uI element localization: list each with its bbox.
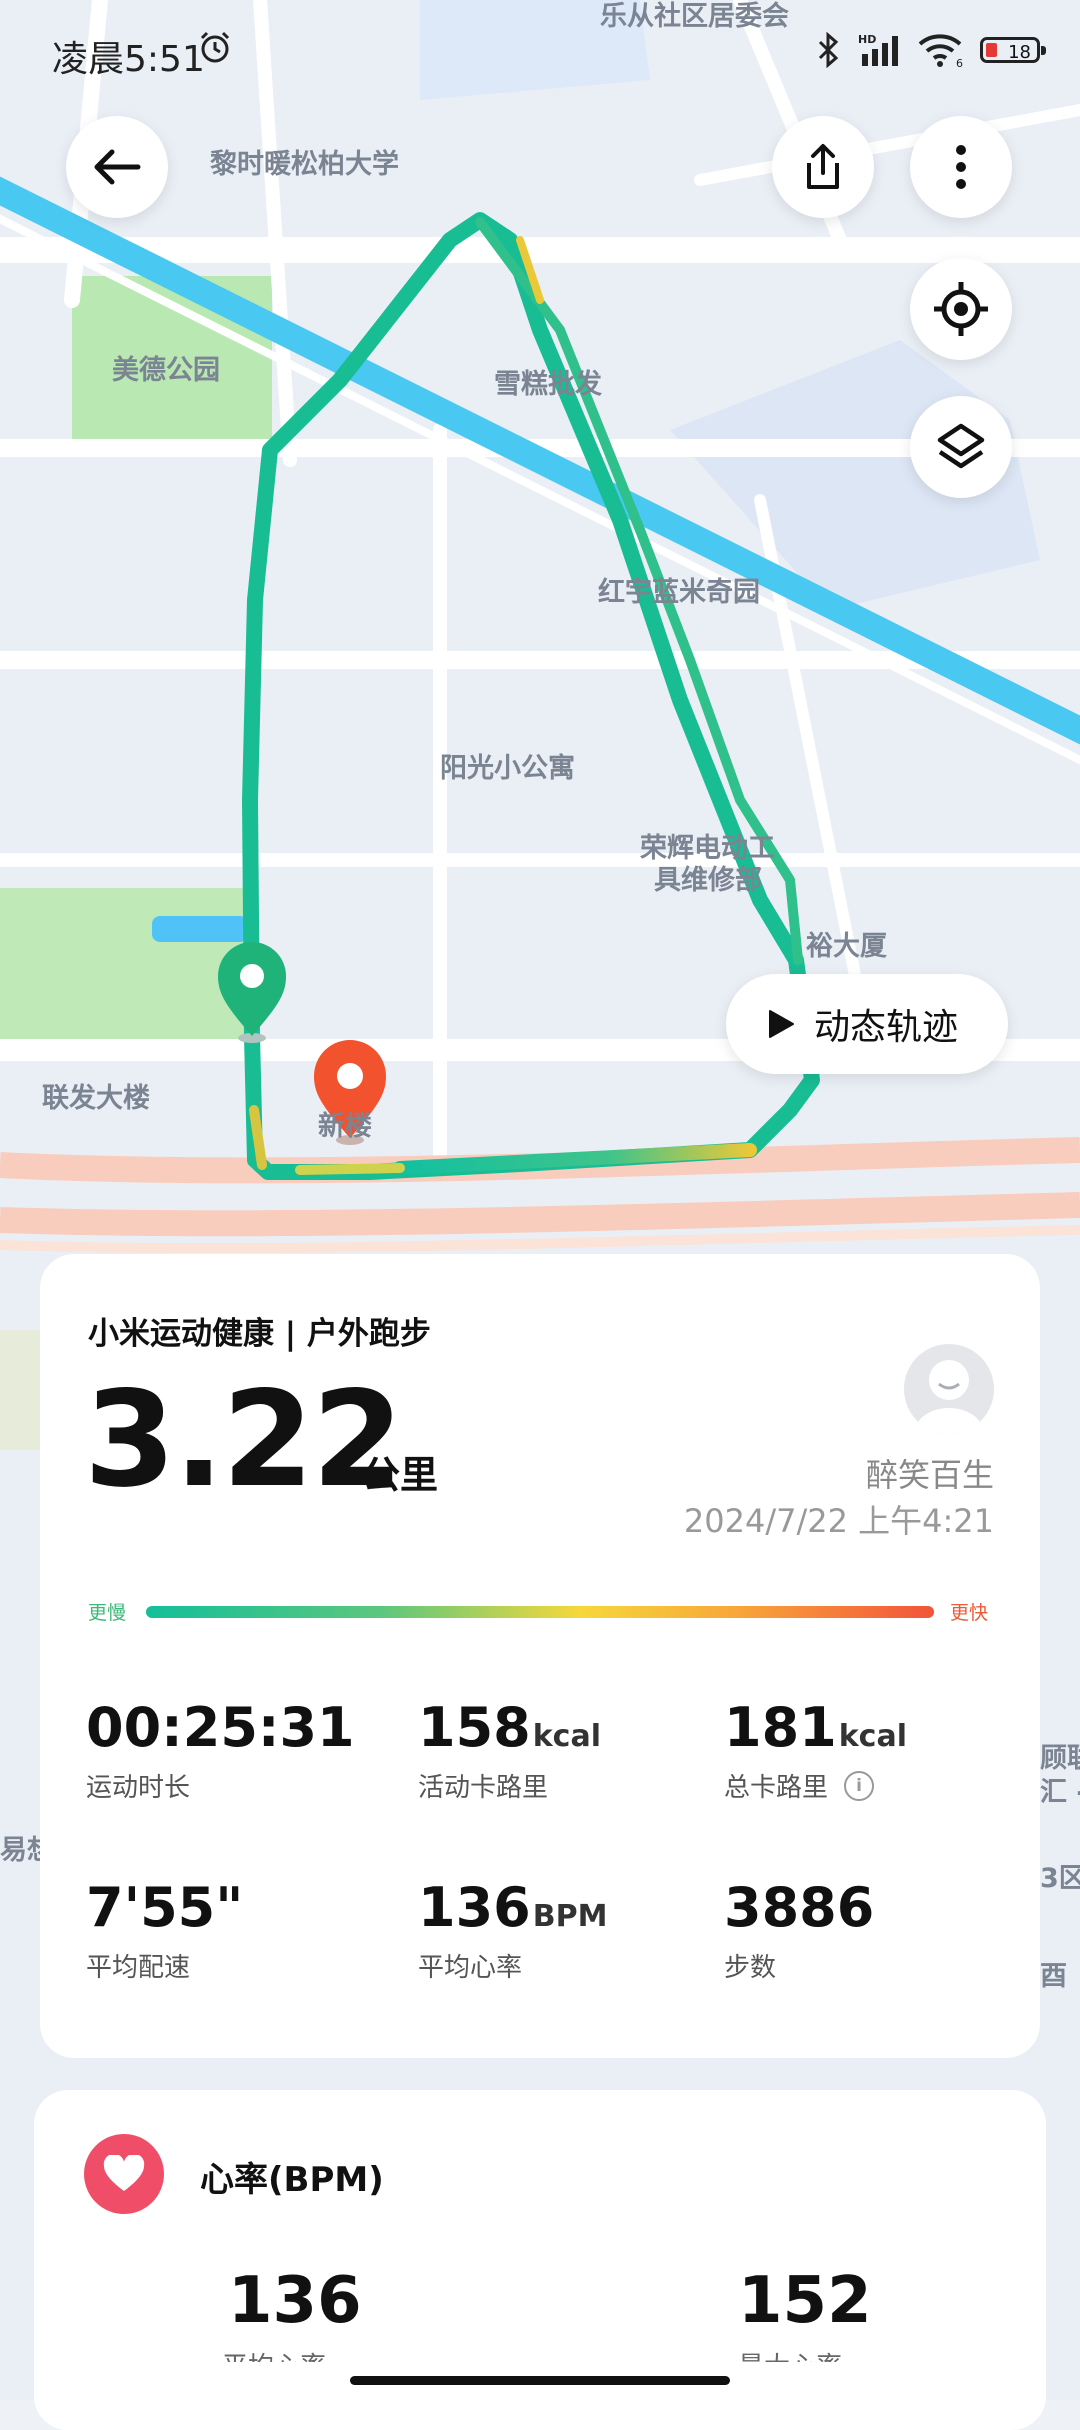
more-vertical-icon xyxy=(956,145,966,189)
map-label: 阳光小公寓 xyxy=(440,753,575,784)
steps-value: 3886 xyxy=(724,1876,875,1939)
active-calories-label: 活动卡路里 xyxy=(418,1773,549,1803)
wifi-icon: 6 xyxy=(918,34,963,68)
avatar-icon xyxy=(915,1360,983,1434)
battery-level: 18 xyxy=(1008,42,1031,63)
steps-label: 步数 xyxy=(724,1953,777,1983)
stat-pace: 7'55" 平均配速 xyxy=(86,1876,243,1984)
map-label: 乐从社区居委会 xyxy=(600,1,789,32)
distance-unit: 公里 xyxy=(362,1453,439,1497)
replay-label: 动态轨迹 xyxy=(814,1007,959,1048)
map-label: 3区 xyxy=(1040,1863,1080,1894)
speed-slow-label: 更慢 xyxy=(88,1602,127,1624)
stat-active-calories: 158kcal 活动卡路里 xyxy=(418,1696,601,1804)
total-calories-value: 181 xyxy=(724,1696,837,1759)
max-heart-rate-value: 152 xyxy=(738,2264,872,2338)
active-calories-unit: kcal xyxy=(532,1719,601,1754)
alarm-icon xyxy=(200,31,230,63)
avg-hr-value: 136 xyxy=(418,1876,531,1939)
map-label: 裕大厦 xyxy=(806,931,887,962)
bluetooth-icon xyxy=(818,32,839,68)
total-calories-unit: kcal xyxy=(838,1719,907,1754)
more-button[interactable] xyxy=(910,116,1012,218)
replay-track-button[interactable]: 动态轨迹 xyxy=(726,974,1008,1074)
speed-fast-label: 更快 xyxy=(950,1602,989,1624)
hd-label: HD xyxy=(858,33,876,46)
avg-heart-rate-value: 136 xyxy=(228,2264,362,2338)
signal-icon: HD xyxy=(858,33,898,66)
total-calories-label: 总卡路里 xyxy=(724,1773,829,1803)
locate-icon xyxy=(934,282,988,336)
pace-label: 平均配速 xyxy=(86,1953,191,1983)
pond xyxy=(152,916,248,942)
stat-total-calories: 181kcal 总卡路里 i xyxy=(724,1696,907,1804)
workout-source: 小米运动健康 | 户外跑步 xyxy=(88,1316,431,1352)
map-layers-button[interactable] xyxy=(910,396,1012,498)
back-button[interactable] xyxy=(66,116,168,218)
speed-legend-bar xyxy=(146,1606,934,1618)
stat-duration: 00:25:31 运动时长 xyxy=(86,1696,355,1804)
heart-icon-badge xyxy=(84,2134,164,2214)
map-label: 酉 xyxy=(1040,1961,1067,1992)
map-label: 具维修部 xyxy=(654,865,762,896)
stat-steps: 3886 步数 xyxy=(724,1876,874,1984)
pace-value: 7'55" xyxy=(86,1876,244,1939)
status-time: 凌晨5:51 xyxy=(52,39,205,80)
share-button[interactable] xyxy=(772,116,874,218)
status-icons: HD 6 18 xyxy=(814,30,1046,70)
map-label: 联发大楼 xyxy=(42,1083,150,1114)
wifi-num: 6 xyxy=(956,57,963,68)
back-arrow-icon xyxy=(94,149,141,185)
map-label: 黎时暖松柏大学 xyxy=(210,149,399,180)
play-icon xyxy=(769,1010,794,1038)
home-indicator[interactable] xyxy=(350,2376,730,2385)
stat-avg-heart-rate: 136BPM 平均心率 xyxy=(418,1876,607,1984)
share-icon xyxy=(807,144,839,189)
avg-hr-unit: BPM xyxy=(532,1899,608,1934)
map-label: 雪糕批发 xyxy=(494,369,602,400)
heart-rate-title: 心率(BPM) xyxy=(200,2160,384,2200)
map-label: 新楼 xyxy=(318,1111,372,1142)
avg-hr-label: 平均心率 xyxy=(418,1953,523,1983)
max-heart-rate-label: 最大心率 xyxy=(738,2346,842,2362)
user-name: 醉笑百生 xyxy=(865,1456,994,1494)
workout-datetime: 2024/7/22 上午4:21 xyxy=(683,1502,994,1540)
duration-value: 00:25:31 xyxy=(86,1696,355,1759)
active-calories-value: 158 xyxy=(418,1696,531,1759)
layers-icon xyxy=(937,423,985,469)
locate-button[interactable] xyxy=(910,258,1012,360)
distance-value: 3.22 xyxy=(84,1363,404,1517)
info-icon[interactable]: i xyxy=(844,1770,875,1801)
battery-icon: 18 xyxy=(980,37,1046,63)
duration-label: 运动时长 xyxy=(86,1773,191,1803)
avg-heart-rate-label: 平均心率 xyxy=(222,2346,326,2362)
heart-icon xyxy=(103,2155,145,2191)
map-label: 汇 - xyxy=(1040,1777,1080,1808)
map-label: 红宇蓝米奇园 xyxy=(598,577,760,608)
map-label: 美德公园 xyxy=(112,355,220,386)
avatar[interactable] xyxy=(904,1344,994,1434)
